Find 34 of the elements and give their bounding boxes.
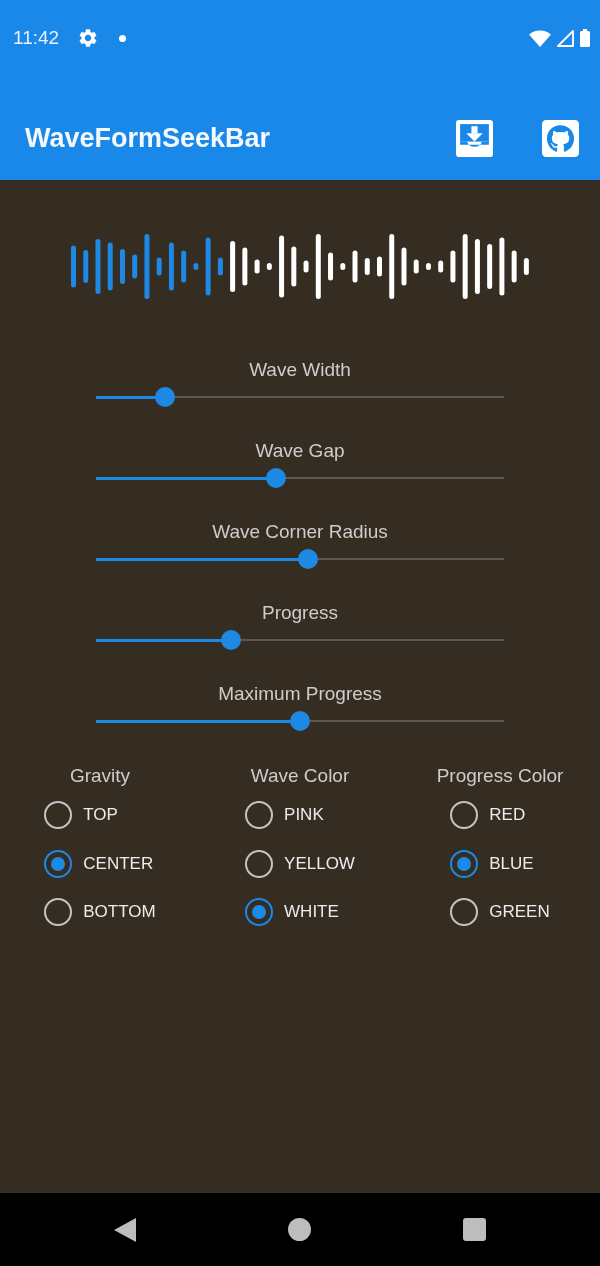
radio-option[interactable]: BLUE xyxy=(450,843,534,884)
radio-option[interactable]: RED xyxy=(450,795,526,835)
wifi-icon xyxy=(529,29,551,47)
home-icon[interactable] xyxy=(288,1218,311,1241)
github-icon[interactable] xyxy=(542,119,579,157)
slider-thumb[interactable] xyxy=(298,549,319,569)
group-title: Progress Color xyxy=(436,764,564,788)
slider-label: Wave Gap xyxy=(255,439,345,463)
group-title: Wave Color xyxy=(250,764,350,788)
group-title: Gravity xyxy=(69,764,131,788)
radio-option[interactable]: YELLOW xyxy=(245,843,355,884)
slider-thumb[interactable] xyxy=(155,387,176,407)
cellular-signal-icon xyxy=(557,29,574,47)
slider-label: Maximum Progress xyxy=(218,682,382,706)
radio-option[interactable]: TOP xyxy=(44,795,118,835)
slider-thumb[interactable] xyxy=(220,630,241,650)
radio-option[interactable]: BOTTOM xyxy=(44,892,156,932)
download-icon[interactable] xyxy=(456,119,493,157)
status-time: 11:42 xyxy=(13,25,60,50)
slider-label: Wave Width xyxy=(249,358,351,382)
slider-thumb[interactable] xyxy=(265,468,286,488)
back-icon[interactable] xyxy=(114,1217,136,1242)
radio-option[interactable]: WHITE xyxy=(245,892,339,932)
settings-icon xyxy=(79,29,98,47)
app-title: WaveFormSeekBar xyxy=(25,121,271,155)
slider-label: Progress xyxy=(262,601,338,625)
radio-option[interactable]: PINK xyxy=(245,795,324,835)
battery-icon xyxy=(580,29,590,47)
waveform-drawing[interactable] xyxy=(71,234,529,299)
slider-thumb[interactable] xyxy=(290,711,310,731)
slider-label: Wave Corner Radius xyxy=(212,520,388,544)
recents-icon[interactable] xyxy=(463,1218,486,1241)
radio-option[interactable]: CENTER xyxy=(44,843,154,884)
radio-option[interactable]: GREEN xyxy=(450,892,550,932)
